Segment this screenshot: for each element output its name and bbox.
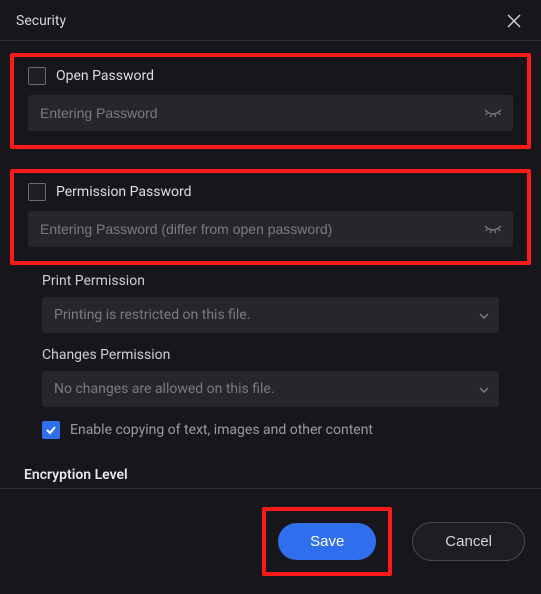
cancel-button[interactable]: Cancel <box>412 522 525 561</box>
permissions-subsection: Print Permission Printing is restricted … <box>10 273 531 439</box>
close-button[interactable] <box>503 10 525 32</box>
titlebar: Security <box>0 0 541 41</box>
open-password-section: Open Password <box>10 53 531 149</box>
save-button[interactable]: Save <box>278 523 376 560</box>
print-permission-value: Printing is restricted on this file. <box>54 307 250 323</box>
encryption-section: Encryption Level 128 bit AES 256 bit AES… <box>10 449 531 488</box>
changes-permission-label: Changes Permission <box>42 347 499 363</box>
changes-permission-select[interactable]: No changes are allowed on this file. <box>42 371 499 407</box>
enable-copying-label: Enable copying of text, images and other… <box>70 422 373 438</box>
open-password-input[interactable] <box>28 95 513 131</box>
close-icon <box>507 14 521 28</box>
print-permission-select[interactable]: Printing is restricted on this file. <box>42 297 499 333</box>
permission-password-label: Permission Password <box>56 184 191 200</box>
chevron-down-icon <box>479 307 489 323</box>
dialog-footer: Save Cancel <box>0 488 541 594</box>
enable-copying-checkbox[interactable] <box>42 421 60 439</box>
open-password-checkbox[interactable] <box>28 67 46 85</box>
permission-password-input[interactable] <box>28 211 513 247</box>
enable-copying-row[interactable]: Enable copying of text, images and other… <box>42 421 499 439</box>
dialog-content: Open Password Permission Password <box>0 41 541 488</box>
chevron-down-icon <box>479 381 489 397</box>
permission-password-section: Permission Password <box>10 169 531 265</box>
save-highlight: Save <box>262 507 392 576</box>
permission-password-checkbox[interactable] <box>28 183 46 201</box>
security-dialog: Security Open Password <box>0 0 541 594</box>
permission-password-checkbox-row[interactable]: Permission Password <box>28 183 513 201</box>
changes-permission-value: No changes are allowed on this file. <box>54 381 275 397</box>
open-password-field-wrap <box>28 95 513 131</box>
open-password-visibility-toggle[interactable] <box>483 103 503 123</box>
permission-password-visibility-toggle[interactable] <box>483 219 503 239</box>
permission-password-field-wrap <box>28 211 513 247</box>
print-permission-label: Print Permission <box>42 273 499 289</box>
encryption-title: Encryption Level <box>24 467 517 483</box>
eye-closed-icon <box>484 222 502 236</box>
dialog-title: Security <box>16 13 66 29</box>
eye-closed-icon <box>484 106 502 120</box>
open-password-checkbox-row[interactable]: Open Password <box>28 67 513 85</box>
open-password-label: Open Password <box>56 68 154 84</box>
